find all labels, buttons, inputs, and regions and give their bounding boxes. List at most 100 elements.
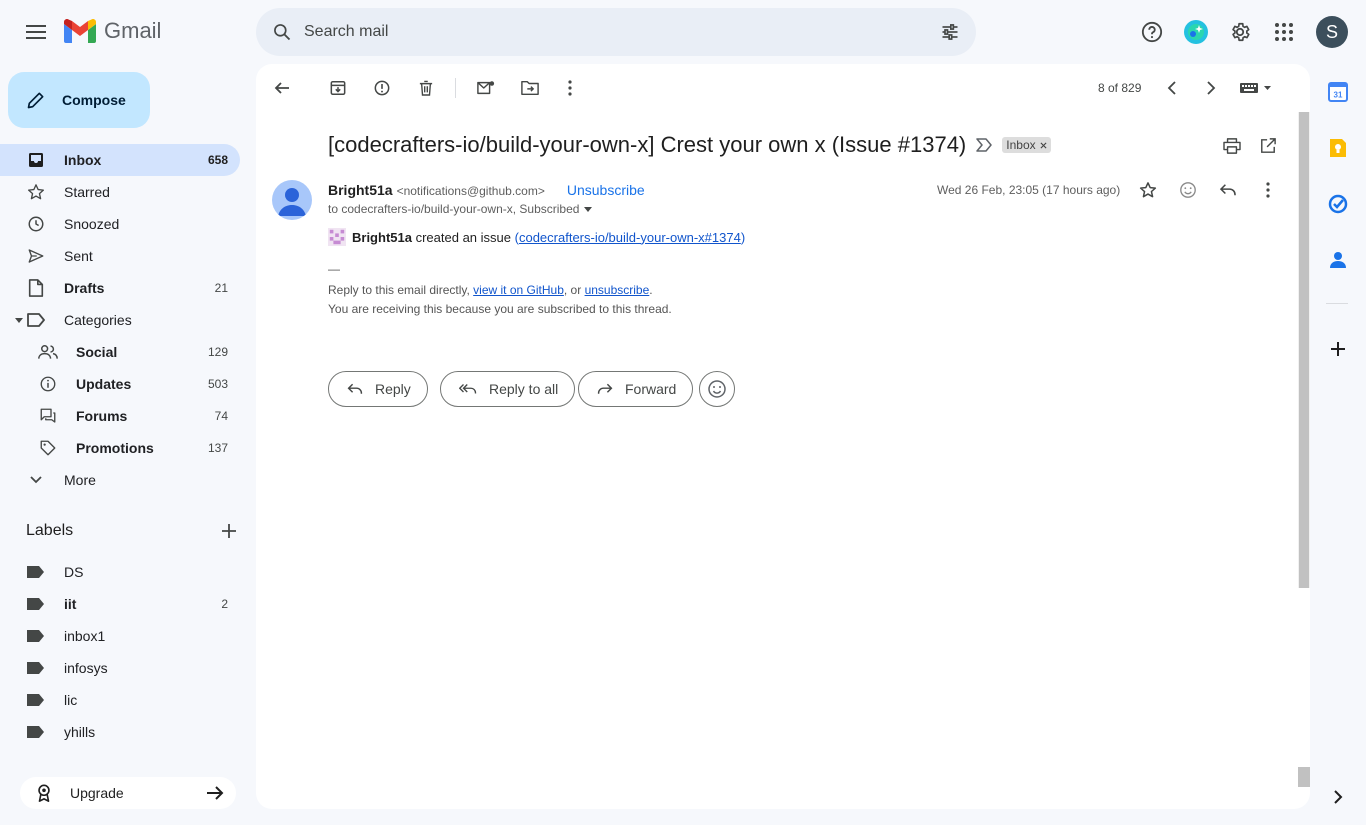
gemini-button[interactable] [1180,16,1212,48]
keep-app-button[interactable] [1326,136,1350,160]
sidebar-item-label: Sent [64,248,93,264]
main-menu-button[interactable] [20,16,52,48]
sidebar-item-label: DS [64,564,84,580]
chevron-down-icon [26,475,46,485]
reply-all-button[interactable]: Reply to all [440,371,576,407]
delete-button[interactable] [412,74,440,102]
print-all-button[interactable] [1218,132,1246,160]
older-button[interactable] [1197,74,1225,102]
label-item-iit[interactable]: iit 2 [0,588,240,620]
open-new-window-button[interactable] [1254,132,1282,160]
contacts-app-button[interactable] [1326,248,1350,272]
scrollbar-thumb[interactable] [1299,112,1309,588]
issue-link[interactable]: codecrafters-io/build-your-own-x#1374 [519,230,741,245]
unread-count: 137 [207,441,228,455]
arrow-left-icon [274,82,289,94]
person-icon [278,188,306,216]
reply-button[interactable] [1214,176,1242,204]
label-item-yhills[interactable]: yhills [0,716,240,748]
draft-file-icon [26,279,46,297]
sidebar-item-snoozed[interactable]: Snoozed [0,208,240,240]
get-addons-button[interactable] [1326,337,1350,361]
archive-button[interactable] [324,74,352,102]
sidebar-item-label: lic [64,692,78,708]
search-input[interactable] [304,23,940,41]
plus-icon [1331,342,1345,356]
email-view-panel: 8 of 829 [codecrafters-io/build-your-own… [256,64,1310,809]
clock-icon [26,215,46,233]
newer-button[interactable] [1158,74,1186,102]
keyboard-icon [1240,83,1271,93]
upgrade-button[interactable]: Upgrade [20,777,236,809]
more-actions-button[interactable] [556,74,584,102]
label-item-inbox1[interactable]: inbox1 [0,620,240,652]
calendar-app-button[interactable]: 31 [1326,80,1350,104]
sender-line: Bright51a <notifications@github.com> Uns… [328,182,645,198]
recipient-line[interactable]: to codecrafters-io/build-your-own-x, Sub… [328,202,593,216]
sidebar-item-categories[interactable]: Categories [0,304,240,336]
plus-icon[interactable] [222,524,236,538]
unsubscribe-link[interactable]: Unsubscribe [567,182,645,198]
svg-text:31: 31 [1334,91,1343,100]
gmail-logo[interactable]: Gmail [64,18,161,44]
archive-icon [330,81,346,95]
message-more-button[interactable] [1254,176,1282,204]
unread-count: 658 [207,153,228,167]
chevron-left-icon [1167,81,1176,95]
forward-icon [597,383,613,394]
star-button[interactable] [1134,176,1162,204]
sidebar-item-label: Forums [76,408,128,424]
email-body-line: Bright51a created an issue (codecrafters… [328,228,745,246]
search-icon[interactable] [272,22,292,42]
footer-unsubscribe-link[interactable]: unsubscribe [585,283,650,297]
account-avatar[interactable]: S [1316,16,1348,48]
inbox-tag[interactable]: Inbox [1002,137,1051,153]
compose-button[interactable]: Compose [8,72,150,128]
unread-count: 2 [221,597,228,611]
close-icon[interactable] [1040,141,1047,149]
mark-unread-icon [477,81,495,95]
input-tools-button[interactable] [1236,74,1276,102]
move-to-button[interactable] [516,74,544,102]
importance-marker-icon[interactable] [976,138,993,152]
report-spam-button[interactable] [368,74,396,102]
support-button[interactable] [1136,16,1168,48]
settings-button[interactable] [1224,16,1256,48]
keep-icon [1330,139,1346,157]
label-item-infosys[interactable]: infosys [0,652,240,684]
sender-avatar[interactable] [272,180,312,220]
tasks-app-button[interactable] [1326,192,1350,216]
sidebar-item-promotions[interactable]: Promotions 137 [0,432,240,464]
sidebar-item-inbox[interactable]: Inbox 658 [0,144,240,176]
lower-scrollbar-thumb[interactable] [1298,767,1310,787]
label-item-ds[interactable]: DS [0,556,240,588]
caret-down-icon[interactable] [583,205,593,213]
add-reaction-button[interactable] [1174,176,1202,204]
forward-button[interactable]: Forward [578,371,694,407]
sidebar-item-starred[interactable]: Starred [0,176,240,208]
email-footer-line1: Reply to this email directly, view it on… [328,283,653,297]
forward-label: Forward [625,381,677,397]
sidebar-item-forums[interactable]: Forums 74 [0,400,240,432]
sidebar-item-updates[interactable]: Updates 503 [0,368,240,400]
labels-header: Labels [26,522,236,540]
view-on-github-link[interactable]: view it on GitHub [473,283,564,297]
label-item-lic[interactable]: lic [0,684,240,716]
search-bar[interactable] [256,8,976,56]
sidebar-item-more[interactable]: More [0,464,240,496]
sidebar-item-sent[interactable]: Sent [0,240,240,272]
search-options-icon[interactable] [940,22,960,42]
sidebar-item-drafts[interactable]: Drafts 21 [0,272,240,304]
sidebar-item-social[interactable]: Social 129 [0,336,240,368]
emoji-reaction-button[interactable] [699,371,735,407]
google-apps-button[interactable] [1268,16,1300,48]
sender-name[interactable]: Bright51a [328,182,393,198]
recipient-text: to codecrafters-io/build-your-own-x, Sub… [328,202,580,216]
reply-action-button[interactable]: Reply [328,371,428,407]
mark-unread-button[interactable] [472,74,500,102]
side-panel-divider [1326,303,1348,304]
show-side-panel-button[interactable] [1326,785,1350,809]
people-icon [38,344,58,360]
back-button[interactable] [268,74,296,102]
trash-icon [419,80,433,96]
